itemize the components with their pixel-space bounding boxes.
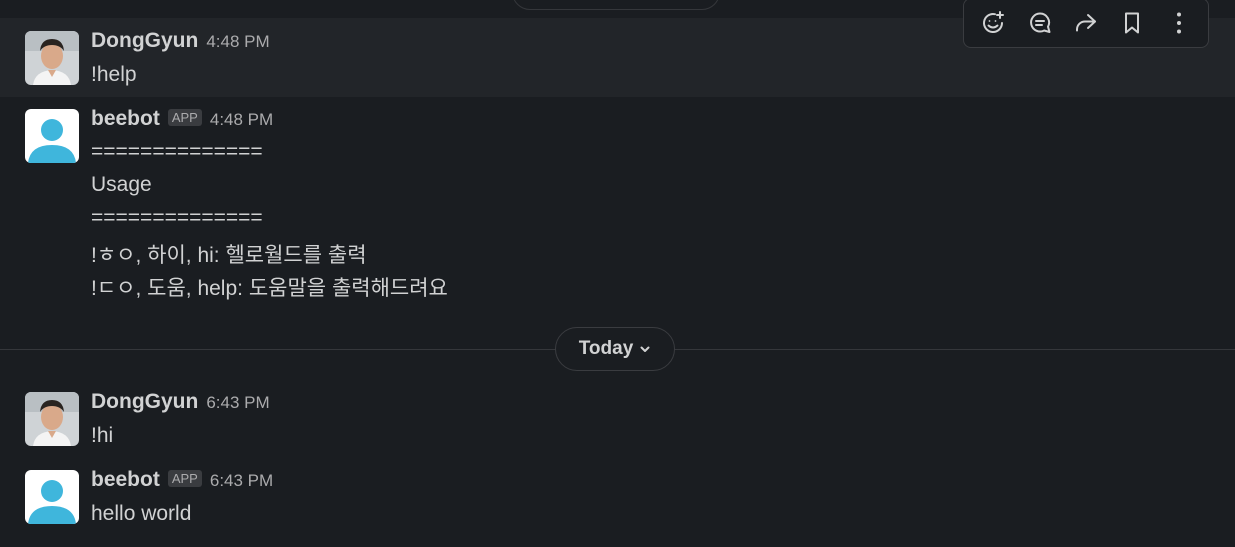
message-text: !ㅎㅇ, 하이, hi: 헬로월드를 출력 <box>91 244 367 267</box>
message-row[interactable]: beebot APP 4:48 PM ============== Usage … <box>0 97 1235 312</box>
message-text: !ㄷㅇ, 도움, help: 도움말을 출력해드려요 <box>91 277 448 300</box>
message-header: DongGyun 4:48 PM <box>91 29 270 53</box>
message-row[interactable]: beebot APP 6:43 PM hello world <box>0 457 1235 547</box>
message-header: DongGyun 6:43 PM <box>91 390 270 414</box>
author-name[interactable]: DongGyun <box>91 29 198 53</box>
message-pane: DongGyun 4:48 PM !help beebot APP 4:48 P… <box>0 0 1235 547</box>
message-text: ============== <box>91 140 263 163</box>
message-header: beebot APP 4:48 PM <box>91 107 273 131</box>
author-name[interactable]: beebot <box>91 468 160 492</box>
timestamp[interactable]: 4:48 PM <box>206 32 269 52</box>
app-badge: APP <box>167 470 202 487</box>
app-badge: APP <box>167 109 202 126</box>
author-name[interactable]: beebot <box>91 107 160 131</box>
author-name[interactable]: DongGyun <box>91 390 198 414</box>
message-row[interactable]: DongGyun 6:43 PM !hi <box>0 380 1235 454</box>
date-divider-label: Today <box>578 338 634 359</box>
forward-icon <box>1075 14 1096 32</box>
add-reaction-button[interactable] <box>974 4 1012 42</box>
message-actions-toolbar <box>963 0 1209 48</box>
message-header: beebot APP 6:43 PM <box>91 468 273 492</box>
message-text: !hi <box>91 424 114 447</box>
reply-thread-button[interactable] <box>1021 4 1059 42</box>
more-actions-button[interactable] <box>1160 4 1198 42</box>
more-actions-icon <box>1176 12 1181 34</box>
bot-avatar[interactable] <box>25 470 79 524</box>
previous-date-pill[interactable] <box>512 0 720 10</box>
timestamp[interactable]: 6:43 PM <box>206 393 269 413</box>
timestamp[interactable]: 6:43 PM <box>210 471 273 491</box>
message-text: Usage <box>91 173 152 196</box>
bookmark-icon <box>1125 12 1140 34</box>
date-divider-button[interactable]: Today <box>555 327 675 371</box>
reply-thread-icon <box>1029 12 1051 33</box>
avatar[interactable] <box>25 392 79 446</box>
timestamp[interactable]: 4:48 PM <box>210 110 273 130</box>
avatar[interactable] <box>25 31 79 85</box>
bookmark-button[interactable] <box>1113 4 1151 42</box>
message-text: hello world <box>91 502 192 525</box>
add-reaction-icon <box>983 11 1005 33</box>
message-text: !help <box>91 63 137 86</box>
forward-button[interactable] <box>1067 4 1105 42</box>
message-text: ============== <box>91 206 263 229</box>
bot-avatar[interactable] <box>25 109 79 163</box>
chevron-down-icon <box>640 346 650 352</box>
